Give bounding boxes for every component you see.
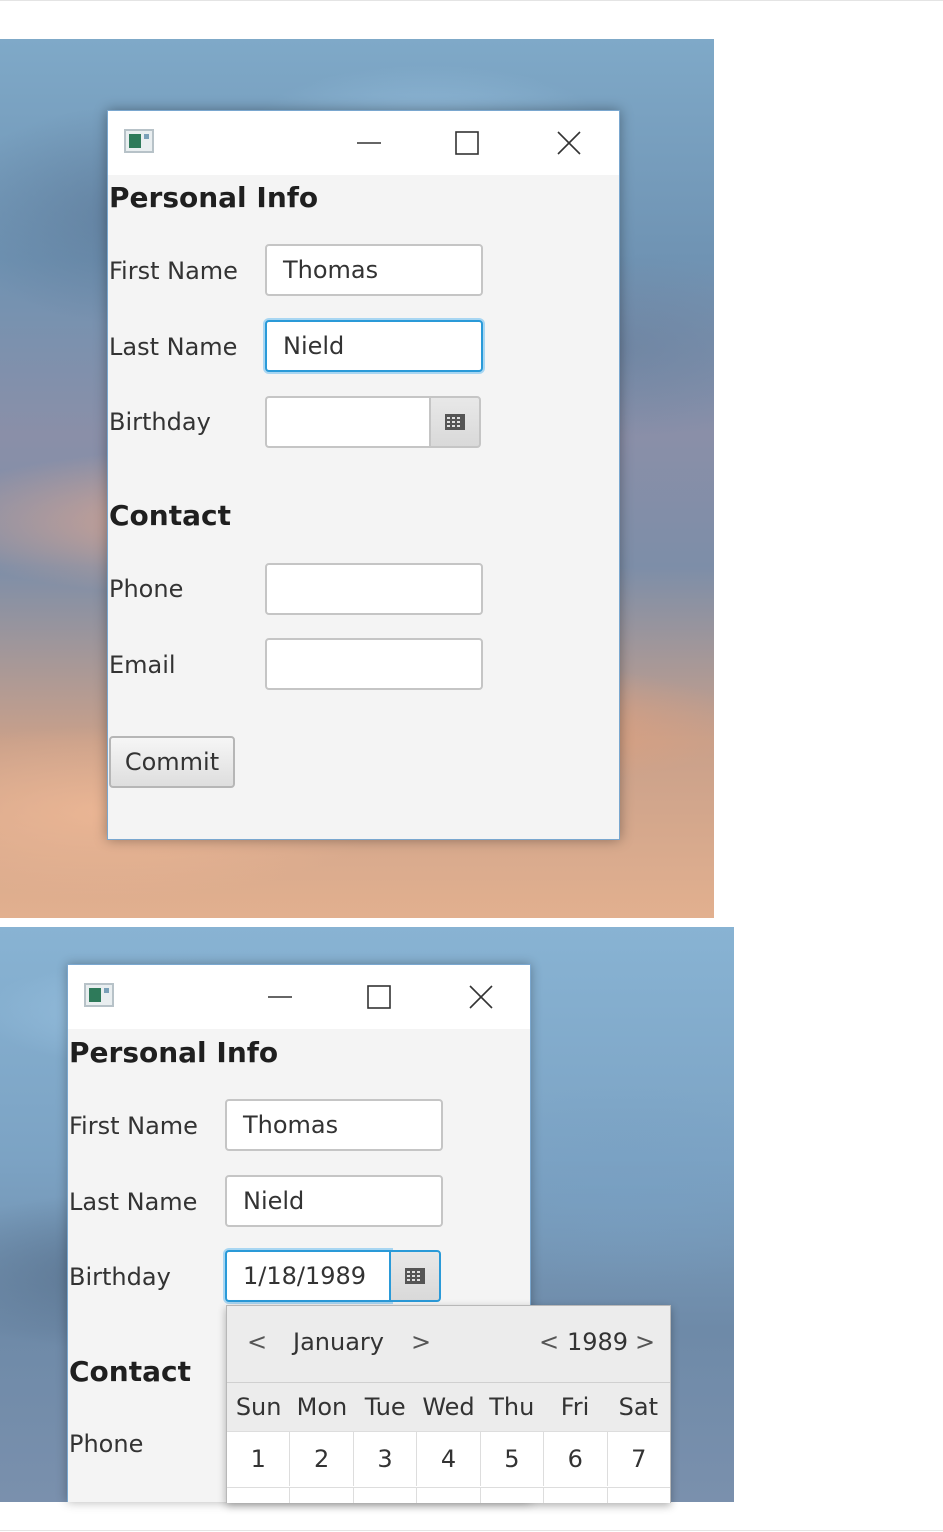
last-name-field[interactable]: Nield <box>225 1175 443 1227</box>
first-name-field[interactable]: Thomas <box>265 244 483 296</box>
contact-title: Contact <box>69 1355 191 1388</box>
weekday-label: Thu <box>489 1393 535 1421</box>
week-row: 1 2 3 4 5 6 7 <box>227 1431 670 1486</box>
weekday-label: Wed <box>422 1393 475 1421</box>
phone-label: Phone <box>69 1430 144 1458</box>
day-cell[interactable]: 5 <box>480 1432 545 1486</box>
close-button[interactable] <box>458 975 504 1019</box>
calendar-button[interactable] <box>389 1250 441 1302</box>
weekday-label: Sun <box>235 1393 282 1421</box>
weekday-label: Mon <box>296 1393 348 1421</box>
title-bar[interactable] <box>108 111 619 175</box>
previous-year-button[interactable]: < <box>539 1328 559 1356</box>
email-label: Email <box>109 651 176 679</box>
day-cell[interactable] <box>607 1488 670 1503</box>
month-label: January <box>293 1328 384 1356</box>
minimize-button[interactable] <box>346 121 392 165</box>
app-icon <box>84 983 114 1007</box>
first-name-label: First Name <box>109 257 238 285</box>
birthday-field[interactable]: 1/18/1989 <box>225 1250 391 1302</box>
day-cell[interactable] <box>227 1488 291 1503</box>
date-picker-popup: < January > < 1989 > Sun Mon Tue Wed Thu… <box>226 1305 671 1503</box>
phone-field[interactable] <box>265 563 483 615</box>
day-cell[interactable]: 1 <box>227 1432 291 1486</box>
weekday-header-row: Sun Mon Tue Wed Thu Fri Sat <box>227 1383 670 1431</box>
day-cell[interactable] <box>480 1488 545 1503</box>
minimize-icon <box>268 996 292 998</box>
calendar-icon <box>445 414 465 430</box>
birthday-date-picker[interactable]: 1/18/1989 <box>225 1250 443 1302</box>
weekday-label: Sat <box>618 1393 658 1421</box>
birthday-date-picker[interactable] <box>265 396 483 448</box>
last-name-label: Last Name <box>69 1188 198 1216</box>
maximize-icon <box>367 985 391 1009</box>
date-picker-header: < January > < 1989 > <box>227 1306 670 1383</box>
weekday-label: Tue <box>364 1393 406 1421</box>
close-button[interactable] <box>546 121 592 165</box>
calendar-icon <box>405 1268 425 1284</box>
maximize-button[interactable] <box>356 975 402 1019</box>
close-icon <box>557 131 581 155</box>
form-window: Personal Info First Name Thomas Last Nam… <box>107 110 620 840</box>
bottom-rule <box>0 1530 943 1531</box>
last-name-label: Last Name <box>109 333 238 361</box>
birthday-field[interactable] <box>265 396 431 448</box>
personal-info-title: Personal Info <box>109 181 319 214</box>
personal-info-title: Personal Info <box>69 1036 279 1069</box>
title-bar[interactable] <box>68 965 530 1029</box>
next-month-button[interactable]: > <box>411 1328 431 1356</box>
top-rule <box>0 0 943 1</box>
calendar-button[interactable] <box>429 396 481 448</box>
birthday-label: Birthday <box>109 408 211 436</box>
year-label: 1989 <box>567 1328 629 1356</box>
email-field[interactable] <box>265 638 483 690</box>
previous-month-button[interactable]: < <box>247 1328 267 1356</box>
first-name-field[interactable]: Thomas <box>225 1099 443 1151</box>
day-cell[interactable] <box>290 1488 354 1503</box>
maximize-icon <box>455 131 479 155</box>
week-row-cut-off <box>227 1487 670 1503</box>
minimize-button[interactable] <box>257 975 303 1019</box>
day-cell[interactable]: 6 <box>544 1432 608 1486</box>
birthday-label: Birthday <box>69 1263 171 1291</box>
first-name-label: First Name <box>69 1112 198 1140</box>
weekday-label: Fri <box>560 1393 590 1421</box>
next-year-button[interactable]: > <box>635 1328 655 1356</box>
day-cell[interactable]: 7 <box>607 1432 670 1486</box>
phone-label: Phone <box>109 575 184 603</box>
day-cell[interactable] <box>417 1488 481 1503</box>
close-icon <box>469 985 493 1009</box>
day-cell[interactable]: 2 <box>290 1432 354 1486</box>
commit-button[interactable]: Commit <box>109 736 235 788</box>
app-icon <box>124 129 154 153</box>
day-cell[interactable]: 3 <box>353 1432 418 1486</box>
contact-title: Contact <box>109 499 231 532</box>
day-cell[interactable]: 4 <box>417 1432 481 1486</box>
last-name-field[interactable]: Nield <box>265 320 483 372</box>
minimize-icon <box>357 142 381 144</box>
day-cell[interactable] <box>353 1488 418 1503</box>
maximize-button[interactable] <box>444 121 490 165</box>
day-cell[interactable] <box>544 1488 608 1503</box>
